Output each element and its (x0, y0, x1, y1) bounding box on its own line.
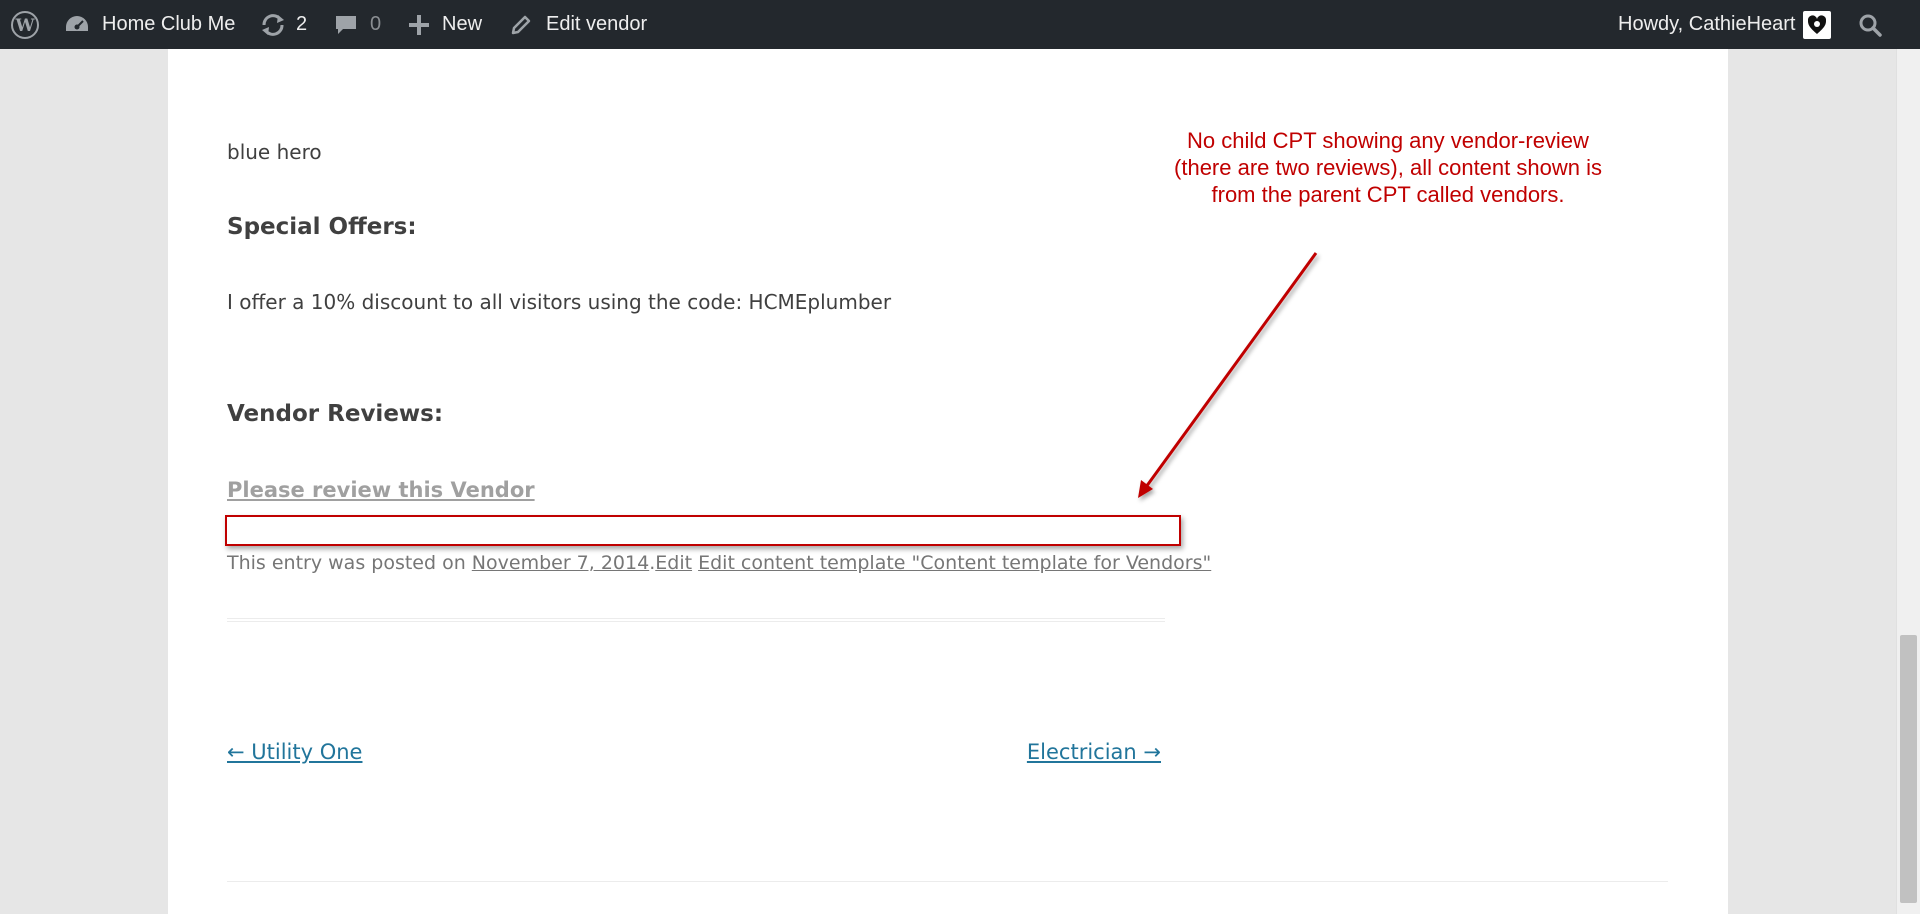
previous-post-link[interactable]: ← Utility One (227, 740, 362, 764)
my-account-menu[interactable]: Howdy, CathieHeart (1618, 0, 1832, 49)
annotation-note: No child CPT showing any vendor-review (… (1108, 127, 1668, 208)
special-offers-heading: Special Offers: (227, 214, 417, 240)
post-date-link[interactable]: November 7, 2014 (472, 552, 649, 574)
updates-count: 2 (296, 13, 308, 35)
wordpress-logo-icon[interactable]: W (10, 0, 40, 49)
empty-reviews-highlight (225, 515, 1181, 546)
entry-separator (227, 618, 1165, 622)
admin-bar: W Home Club Me 2 0 New Edit vendor Howdy… (0, 0, 1920, 49)
pencil-icon (510, 14, 532, 36)
entry-meta: This entry was posted on November 7, 201… (227, 552, 1211, 574)
site-name-menu[interactable]: Home Club Me (64, 0, 235, 49)
next-post-link[interactable]: Electrician → (1027, 740, 1161, 764)
edit-post-link[interactable]: Edit (655, 552, 692, 574)
comments-menu[interactable]: 0 (334, 0, 381, 49)
post-tagline: blue hero (227, 140, 322, 164)
svg-text:W: W (14, 16, 35, 36)
new-content-menu[interactable]: New (408, 0, 482, 49)
edit-content-template-link[interactable]: Edit content template "Content template … (698, 552, 1211, 574)
page-scrollbar[interactable] (1896, 49, 1920, 914)
site-name-label: Home Club Me (102, 13, 236, 35)
edit-vendor-link[interactable]: Edit vendor (510, 0, 647, 49)
meta-prefix: This entry was posted on (227, 552, 472, 574)
new-label: New (442, 13, 483, 35)
comments-icon (334, 13, 358, 37)
annotation-line-2: (there are two reviews), all content sho… (1174, 155, 1602, 180)
annotation-line-3: from the parent CPT called vendors. (1211, 182, 1565, 207)
search-icon[interactable] (1858, 0, 1882, 49)
dashboard-icon (64, 13, 90, 37)
special-offers-text: I offer a 10% discount to all visitors u… (227, 290, 892, 314)
annotation-line-1: No child CPT showing any vendor-review (1187, 128, 1589, 153)
updates-menu[interactable]: 2 (260, 0, 307, 49)
edit-vendor-label: Edit vendor (546, 13, 648, 35)
review-vendor-link[interactable]: Please review this Vendor (227, 478, 535, 502)
plus-icon (408, 14, 430, 36)
vendor-reviews-heading: Vendor Reviews: (227, 401, 444, 427)
comments-count: 0 (370, 13, 382, 35)
greeting-label: Howdy, CathieHeart (1618, 13, 1796, 35)
updates-icon (260, 13, 286, 37)
scrollbar-thumb[interactable] (1900, 635, 1917, 903)
footer-divider (227, 881, 1668, 882)
avatar-icon (1803, 10, 1832, 39)
